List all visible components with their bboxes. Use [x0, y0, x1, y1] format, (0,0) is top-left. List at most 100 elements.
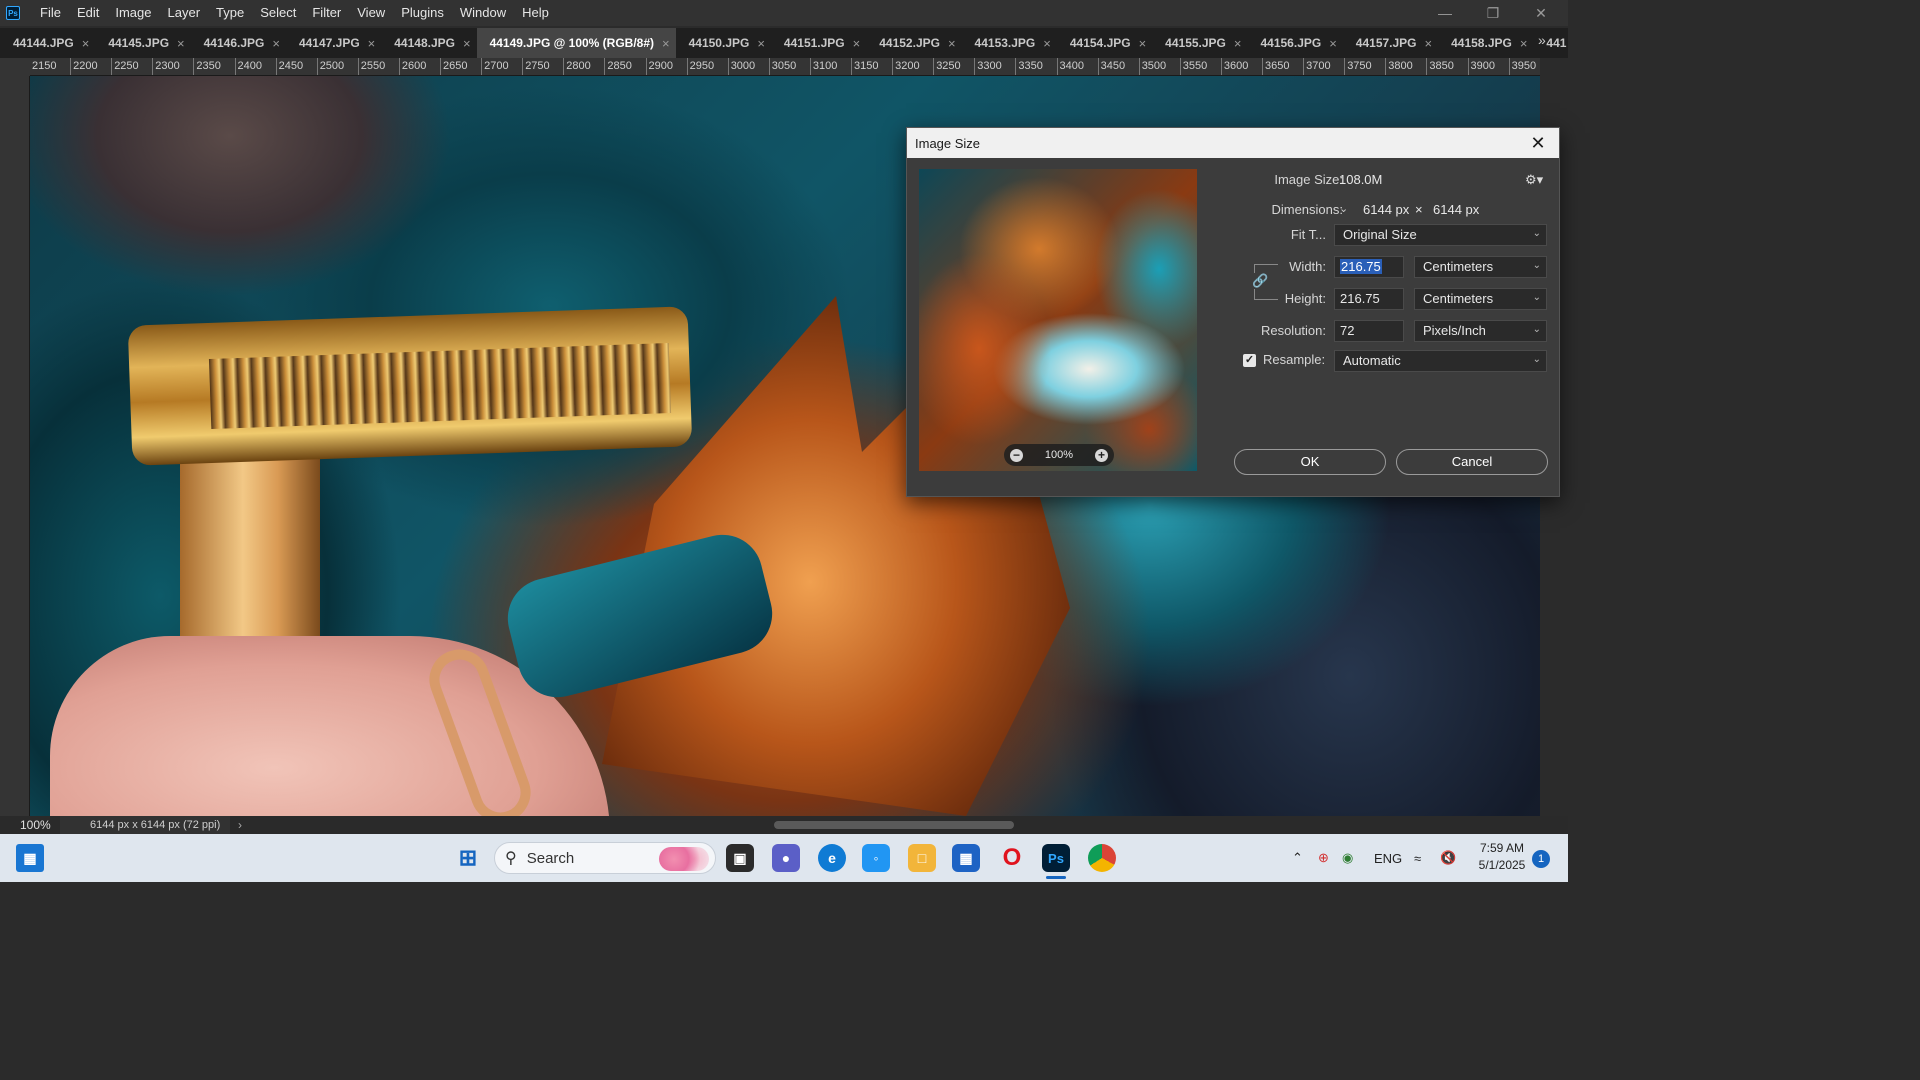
tab-close-icon[interactable]: × [853, 36, 861, 51]
tab-close-icon[interactable]: × [272, 36, 280, 51]
task-view-icon[interactable]: ▣ [726, 844, 754, 872]
menu-layer[interactable]: Layer [160, 0, 209, 26]
width-input[interactable]: 216.75 [1334, 256, 1404, 278]
menu-filter[interactable]: Filter [304, 0, 349, 26]
chrome-icon[interactable] [1088, 844, 1116, 872]
horizontal-scrollbar[interactable] [256, 820, 1516, 830]
document-tab[interactable]: 44152.JPG × [866, 28, 961, 58]
document-tab[interactable]: 44144.JPG × [0, 28, 95, 58]
menu-edit[interactable]: Edit [69, 0, 107, 26]
ruler-horizontal[interactable]: 2150 2200 2250 2300 2350 2400 2450 2500 2550 2600… [30, 58, 1540, 76]
start-windows-icon[interactable]: ⊞ [454, 844, 482, 872]
document-tab[interactable]: 44154.JPG × [1057, 28, 1152, 58]
dialog-titlebar[interactable]: Image Size [907, 128, 1559, 158]
search-highlight-image [659, 847, 709, 871]
tray-app-icon[interactable]: ⊕ [1318, 834, 1329, 882]
zoom-level[interactable]: 100% [0, 818, 60, 832]
tab-close-icon[interactable]: × [1043, 36, 1051, 51]
resolution-input[interactable]: 72 [1334, 320, 1404, 342]
language-indicator[interactable]: ENG [1374, 834, 1402, 882]
document-tab[interactable]: 44156.JPG × [1247, 28, 1342, 58]
snipping-tool-icon[interactable]: ◦ [862, 844, 890, 872]
wifi-icon[interactable]: ≈ [1414, 834, 1421, 882]
menu-window[interactable]: Window [452, 0, 514, 26]
dimensions-height: 6144 px [1433, 202, 1480, 217]
document-tab[interactable]: 44149.JPG @ 100% (RGB/8#) × [476, 28, 676, 58]
edge-icon[interactable]: e [818, 844, 846, 872]
tab-close-icon[interactable]: × [177, 36, 185, 51]
ruler-tick [316, 58, 318, 75]
scrollbar-thumb[interactable] [774, 821, 1014, 829]
height-input[interactable]: 216.75 [1334, 288, 1404, 310]
fit-to-dropdown[interactable]: Original Size ⌄ [1334, 224, 1547, 246]
tray-chevron-up-icon[interactable]: ⌃ [1292, 834, 1303, 882]
dialog-close-icon[interactable]: ✕ [1527, 132, 1549, 154]
tab-close-icon[interactable]: × [1139, 36, 1147, 51]
chevron-down-icon: ⌄ [1532, 228, 1541, 239]
widgets-icon[interactable]: ▦ [16, 844, 44, 872]
menu-image[interactable]: Image [107, 0, 159, 26]
microsoft-store-icon[interactable]: ▦ [952, 844, 980, 872]
document-tab[interactable]: 44153.JPG × [962, 28, 1057, 58]
ruler-tick-label: 3100 [812, 60, 838, 72]
menu-select[interactable]: Select [252, 0, 304, 26]
document-info[interactable]: 6144 px x 6144 px (72 ppi) [60, 816, 230, 834]
ruler-tick-label: 2150 [32, 60, 57, 72]
document-tab[interactable]: 44150.JPG × [676, 28, 771, 58]
document-tab[interactable]: 44148.JPG × [381, 28, 476, 58]
menu-view[interactable]: View [349, 0, 393, 26]
menu-file[interactable]: File [32, 0, 69, 26]
tab-close-icon[interactable]: × [757, 36, 765, 51]
dimensions-unit-chevron-icon[interactable]: ⌄ [1339, 202, 1348, 215]
minimize-icon[interactable]: — [1422, 0, 1468, 26]
document-tab[interactable]: 44151.JPG × [771, 28, 866, 58]
photoshop-taskbar-icon[interactable]: Ps [1042, 844, 1070, 872]
image-preview[interactable]: − 100% + [919, 169, 1197, 471]
ruler-vertical[interactable] [0, 76, 30, 816]
teams-icon[interactable]: ● [772, 844, 800, 872]
document-tab[interactable]: 44146.JPG × [191, 28, 286, 58]
height-unit-dropdown[interactable]: Centimeters ⌄ [1414, 288, 1547, 310]
tab-close-icon[interactable]: × [368, 36, 376, 51]
tab-close-icon[interactable]: × [1520, 36, 1528, 51]
status-menu-chevron-icon[interactable]: › [230, 818, 250, 832]
zoom-in-icon[interactable]: + [1094, 448, 1108, 462]
document-tab[interactable]: 44145.JPG × [95, 28, 190, 58]
document-tab[interactable]: 44158.JPG × [1438, 28, 1533, 58]
tab-close-icon[interactable]: × [82, 36, 90, 51]
menu-plugins[interactable]: Plugins [393, 0, 452, 26]
opera-icon[interactable]: O [998, 844, 1026, 872]
document-tab[interactable]: 44147.JPG × [286, 28, 381, 58]
tab-close-icon[interactable]: × [948, 36, 956, 51]
menu-type[interactable]: Type [208, 0, 252, 26]
search-icon: ⚲ [505, 850, 517, 867]
ok-button[interactable]: OK [1234, 449, 1386, 475]
ruler-tick [851, 58, 852, 75]
tabs-overflow-chevron-icon[interactable]: » [1538, 32, 1546, 48]
system-clock[interactable]: 7:59 AM 5/1/2025 [1470, 840, 1534, 874]
gear-icon[interactable]: ⚙▾ [1525, 172, 1543, 188]
document-tab[interactable]: 44155.JPG × [1152, 28, 1247, 58]
tab-close-icon[interactable]: × [463, 36, 471, 51]
tab-close-icon[interactable]: × [662, 36, 670, 51]
maximize-icon[interactable]: ❐ [1470, 0, 1516, 26]
ruler-tick-label: 2400 [237, 60, 262, 72]
cancel-button[interactable]: Cancel [1396, 449, 1548, 475]
resample-dropdown[interactable]: Automatic ⌄ [1334, 350, 1547, 372]
tab-close-icon[interactable]: × [1329, 36, 1337, 51]
tray-network-app-icon[interactable]: ◉ [1342, 834, 1353, 882]
volume-muted-icon[interactable]: 🔇 [1440, 834, 1456, 882]
document-tab[interactable]: 44157.JPG × [1343, 28, 1438, 58]
link-icon[interactable]: 🔗 [1252, 273, 1269, 289]
resolution-unit-dropdown[interactable]: Pixels/Inch ⌄ [1414, 320, 1547, 342]
window-close-icon[interactable]: ✕ [1518, 0, 1564, 26]
resample-checkbox[interactable]: ✓ [1243, 354, 1256, 367]
tab-close-icon[interactable]: × [1425, 36, 1433, 51]
notification-badge[interactable]: 1 [1532, 850, 1550, 868]
file-explorer-icon[interactable]: □ [908, 844, 936, 872]
zoom-out-icon[interactable]: − [1010, 448, 1023, 462]
menu-help[interactable]: Help [514, 0, 557, 26]
taskbar-search[interactable]: ⚲ Search [494, 842, 716, 874]
tab-close-icon[interactable]: × [1234, 36, 1242, 51]
width-unit-dropdown[interactable]: Centimeters ⌄ [1414, 256, 1547, 278]
